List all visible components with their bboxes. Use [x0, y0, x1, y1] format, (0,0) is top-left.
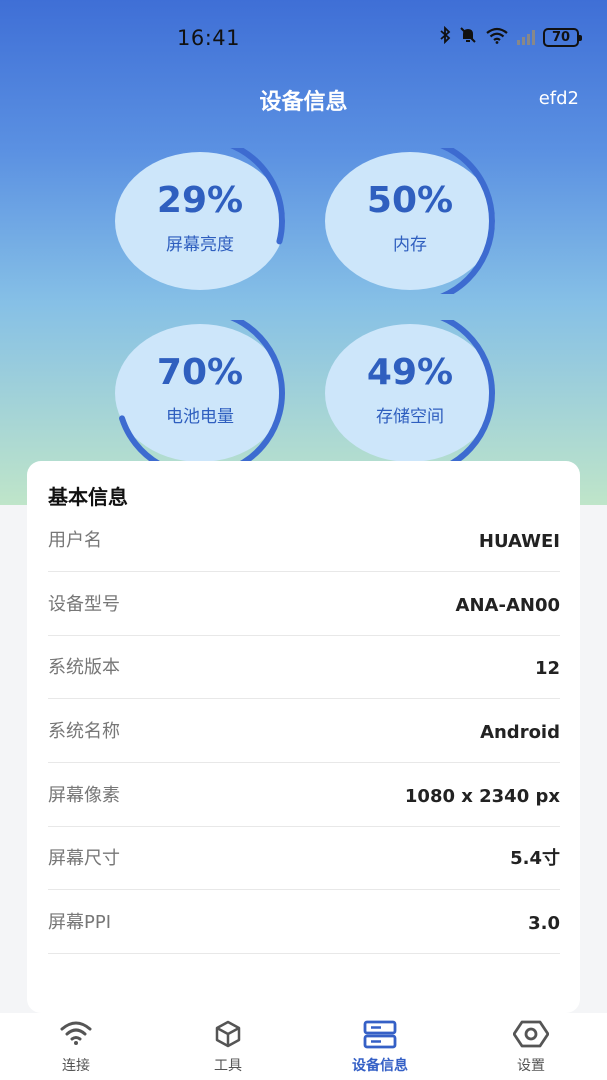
status-time: 16:41 — [177, 26, 241, 50]
info-label: 屏幕尺寸 — [48, 848, 120, 870]
info-label: 系统版本 — [48, 657, 120, 679]
status-icons: 70 — [439, 25, 582, 48]
bluetooth-icon — [439, 25, 451, 48]
gauge-label: 存储空间 — [376, 407, 444, 427]
tab-tools[interactable]: 工具 — [152, 1013, 304, 1080]
info-row-system-version: 系统版本 12 — [48, 635, 560, 699]
info-label: 屏幕像素 — [48, 785, 120, 807]
info-value: Android — [480, 722, 560, 744]
card-title: 基本信息 — [48, 485, 128, 509]
info-label: 用户名 — [48, 530, 102, 552]
info-row-device-model: 设备型号 ANA-AN00 — [48, 572, 560, 636]
gauge-ring — [115, 148, 285, 290]
info-label: 屏幕PPI — [48, 912, 112, 934]
info-value: 5.4寸 — [510, 848, 560, 870]
gauge-label: 电池电量 — [166, 407, 234, 427]
tab-device-info[interactable]: 设备信息 — [304, 1013, 456, 1080]
tab-label: 设备信息 — [352, 1058, 408, 1074]
gauge-screen-brightness: 29% 屏幕亮度 — [115, 148, 289, 294]
status-bar: 16:41 70 — [0, 22, 607, 54]
gauge-storage: 49% 存储空间 — [325, 320, 499, 466]
tab-label: 工具 — [214, 1058, 242, 1074]
gauge-ring — [325, 148, 495, 294]
info-label: 系统名称 — [48, 721, 120, 743]
info-value: HUAWEI — [478, 531, 560, 553]
info-value: 3.0 — [528, 913, 560, 935]
info-row-system-name: 系统名称 Android — [48, 699, 560, 763]
gauge-memory: 50% 内存 — [325, 148, 499, 294]
gauge-label: 屏幕亮度 — [166, 235, 234, 255]
gauge-battery: 70% 电池电量 — [115, 320, 289, 466]
mute-bell-icon — [459, 26, 477, 48]
device-info-icon — [363, 1019, 397, 1053]
gauge-value: 50% — [366, 180, 454, 221]
gauge-value: 29% — [156, 180, 244, 221]
settings-icon — [512, 1019, 550, 1053]
info-value: 1080 x 2340 px — [404, 786, 560, 808]
gauge-value: 70% — [156, 352, 244, 393]
wifi-status-icon — [485, 26, 509, 48]
gauge-label: 内存 — [393, 235, 427, 255]
info-value: ANA-AN00 — [455, 595, 560, 617]
cell-signal-icon — [517, 29, 535, 45]
info-row-screen-pixels: 屏幕像素 1080 x 2340 px — [48, 763, 560, 827]
tab-connect[interactable]: 连接 — [0, 1013, 152, 1080]
tab-label: 连接 — [62, 1058, 90, 1074]
page-title: 设备信息 — [259, 90, 348, 115]
header-background — [0, 0, 607, 505]
info-label: 设备型号 — [48, 594, 120, 616]
tab-label: 设置 — [517, 1058, 545, 1074]
info-row-username: 用户名 HUAWEI — [48, 508, 560, 572]
header-right-text[interactable]: efd2 — [539, 88, 579, 109]
info-row-screen-ppi: 屏幕PPI 3.0 — [48, 890, 560, 954]
wifi-icon — [59, 1019, 93, 1051]
gauge-ring — [115, 320, 285, 466]
basic-info-card: 基本信息 用户名 HUAWEI 设备型号 ANA-AN00 系统版本 12 系统… — [27, 461, 580, 1013]
info-value: 12 — [534, 658, 560, 680]
tab-settings[interactable]: 设置 — [455, 1013, 607, 1080]
bottom-tab-bar: 连接 工具 设备信息 设置 — [0, 1013, 607, 1080]
battery-icon: 70 — [543, 27, 582, 47]
gauge-ring — [325, 320, 495, 466]
gauge-value: 49% — [366, 352, 454, 393]
info-row-screen-size: 屏幕尺寸 5.4寸 — [48, 826, 560, 890]
cube-icon — [213, 1019, 243, 1053]
